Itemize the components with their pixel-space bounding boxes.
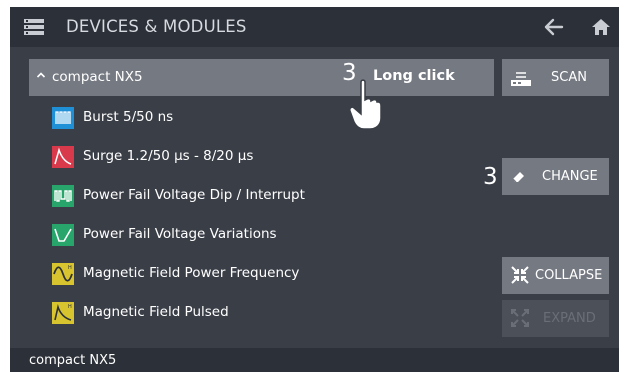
group-name: compact NX5 (52, 69, 143, 85)
scan-device-icon (511, 72, 531, 86)
arrow-left-icon[interactable] (543, 17, 565, 37)
svg-text:H: H (68, 265, 72, 271)
scan-button-label: SCAN (551, 70, 587, 85)
module-item-power-fail-variations[interactable]: Power Fail Voltage Variations (52, 224, 372, 246)
module-item-surge[interactable]: Surge 1.2/50 µs - 8/20 µs (52, 146, 372, 168)
change-button[interactable]: CHANGE (502, 158, 609, 195)
screen: DEVICES & MODULES compact NX5 3 Long cli… (10, 7, 619, 372)
eraser-icon (512, 172, 524, 183)
module-item-magnetic-field-frequency[interactable]: H Magnetic Field Power Frequency (52, 263, 372, 285)
magnetic-field-frequency-icon: H (52, 263, 74, 285)
module-label: Power Fail Voltage Variations (83, 226, 277, 242)
collapse-button[interactable]: COLLAPSE (502, 257, 609, 294)
magnetic-field-pulsed-icon: H (52, 302, 74, 324)
module-label: Magnetic Field Pulsed (83, 304, 229, 320)
expand-button[interactable]: EXPAND (502, 300, 609, 337)
chevron-up-icon (36, 72, 46, 78)
device-list-icon (24, 19, 44, 35)
power-fail-dip-icon (52, 185, 74, 207)
module-item-burst[interactable]: Burst 5/50 ns (52, 107, 372, 129)
burst-icon (52, 107, 74, 129)
status-bar: compact NX5 (10, 348, 619, 372)
callout-long-click: Long click (373, 68, 455, 84)
svg-text:H: H (68, 304, 72, 310)
status-text: compact NX5 (29, 353, 117, 368)
home-icon[interactable] (590, 16, 612, 38)
scan-button[interactable]: SCAN (502, 59, 609, 96)
module-label: Power Fail Voltage Dip / Interrupt (83, 187, 305, 203)
expand-icon (511, 309, 529, 327)
module-item-power-fail-dip[interactable]: Power Fail Voltage Dip / Interrupt (52, 185, 372, 207)
collapse-icon (511, 266, 529, 284)
power-fail-variations-icon (52, 224, 74, 246)
module-item-magnetic-field-pulsed[interactable]: H Magnetic Field Pulsed (52, 302, 372, 324)
group-header[interactable]: compact NX5 3 Long click (29, 59, 494, 96)
change-button-label: CHANGE (542, 169, 598, 184)
surge-icon (52, 146, 74, 168)
collapse-button-label: COLLAPSE (535, 268, 603, 283)
expand-button-label: EXPAND (543, 311, 596, 326)
page-title: DEVICES & MODULES (66, 17, 247, 36)
module-label: Magnetic Field Power Frequency (83, 265, 300, 281)
module-label: Burst 5/50 ns (83, 109, 174, 125)
callout-number: 3 (483, 164, 498, 190)
module-label: Surge 1.2/50 µs - 8/20 µs (83, 148, 254, 164)
title-bar: DEVICES & MODULES (10, 7, 619, 47)
